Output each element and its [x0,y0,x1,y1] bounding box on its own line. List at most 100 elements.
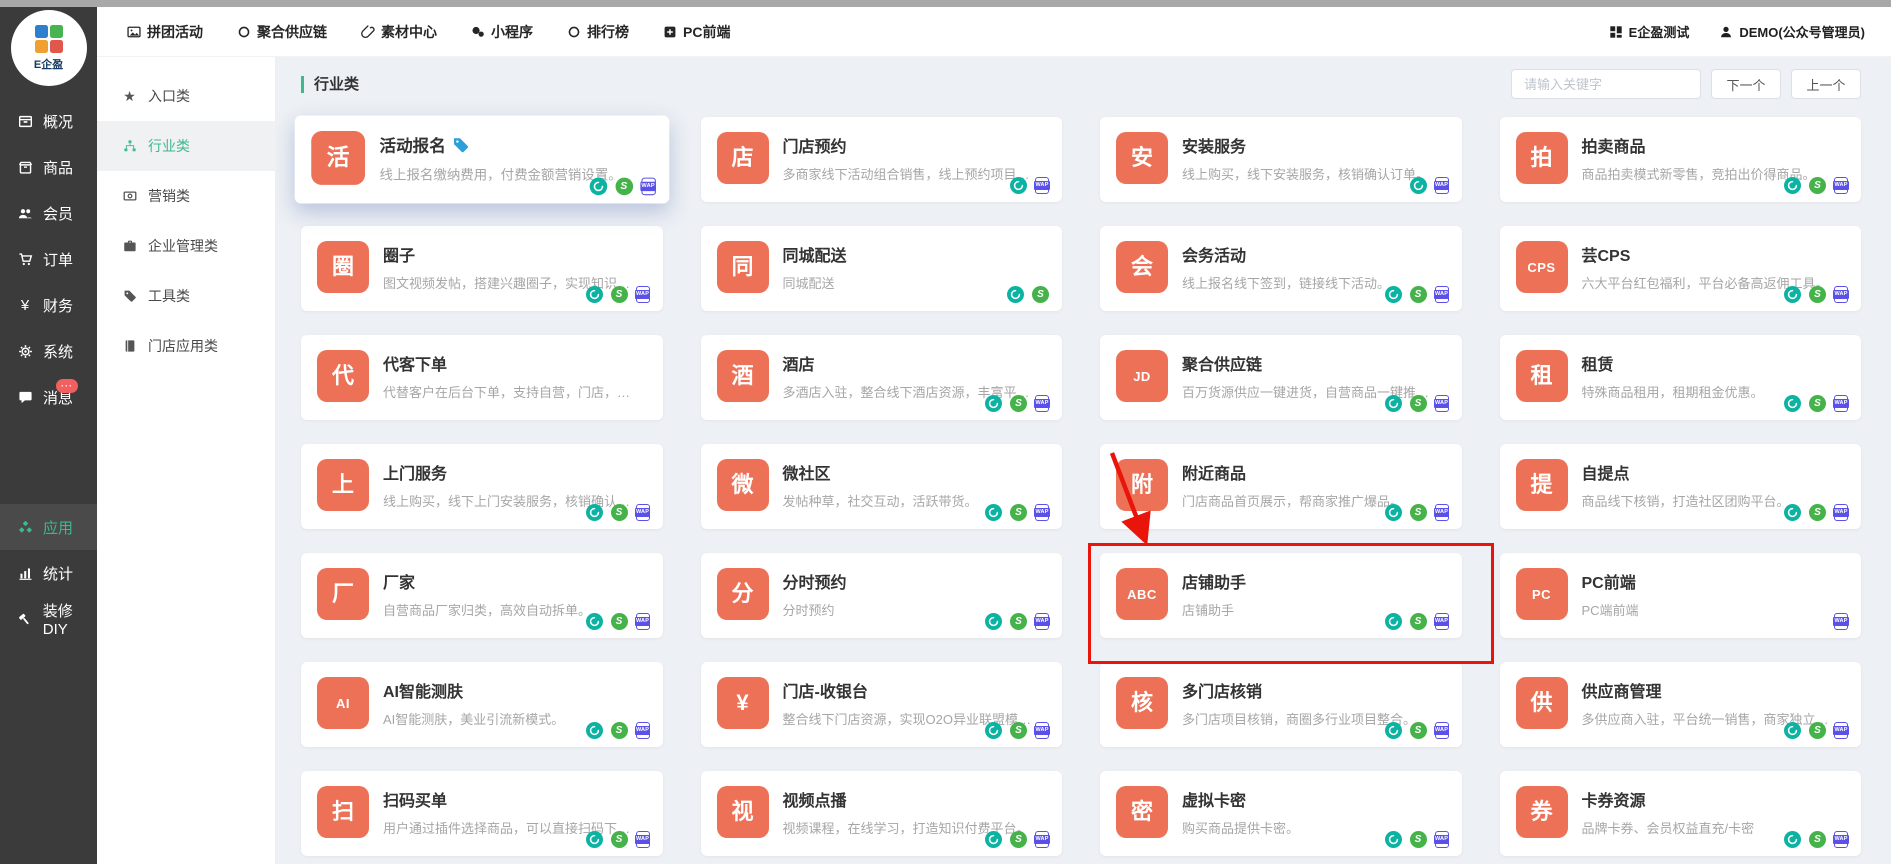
user-icon [1719,25,1733,39]
app-card[interactable]: 视视频点播视频课程，在线学习，打造知识付费平台。SWAP [701,771,1063,856]
sidebar-item-8[interactable]: 应用 [0,504,97,550]
app-icon-tile: 酒 [717,350,769,402]
app-card[interactable]: PCPC前端PC端前端WAP [1500,553,1862,638]
category-item-3[interactable]: 营销类 [97,171,275,221]
next-button[interactable]: 下一个 [1711,69,1781,99]
app-card-title-row: 圈子 [383,242,641,266]
app-card[interactable]: 厂厂家自营商品厂家归类，高效自动拆单。SWAP [301,553,663,638]
topnav-item-4[interactable]: 小程序 [471,22,533,42]
app-card-title-row: 分时预约 [783,569,847,593]
merchant-switcher[interactable]: E企盈测试 [1609,22,1690,41]
app-card-info: 虚拟卡密购买商品提供卡密。 [1182,786,1299,841]
sitemap-icon [121,139,138,153]
app-card-desc: 店铺助手 [1182,600,1246,619]
app-card-desc: 线上报名线下签到，链接线下活动。 [1182,273,1390,292]
topnav-item-2[interactable]: 聚合供应链 [237,22,327,42]
search-input[interactable] [1511,69,1701,99]
app-card[interactable]: 安安装服务线上购买，线下安装服务，核销确认订单。WAP [1100,117,1462,202]
sidebar-item-3[interactable]: 会员 [0,190,97,236]
swirl-circle-icon [985,613,1002,630]
app-card-title-row: 微社区 [783,460,978,484]
app-card[interactable]: 券卡券资源品牌卡券、会员权益直充/卡密SWAP [1500,771,1862,856]
category-item-6[interactable]: 门店应用类 [97,321,275,371]
app-card[interactable]: 附附近商品门店商品首页展示，帮商家推广爆品。SWAP [1100,444,1462,529]
sidebar-item-6[interactable]: 系统 [0,328,97,374]
app-card[interactable]: 微微社区发帖种草，社交互动，活跃带货。SWAP [701,444,1063,529]
sidebar-item-1[interactable]: 概况 [0,98,97,144]
sidebar-item-9[interactable]: 统计 [0,550,97,596]
swirl-circle-icon [586,613,603,630]
wap-icon: WAP [1035,504,1049,521]
wap-icon: WAP [636,286,650,303]
user-menu[interactable]: DEMO(公众号管理员) [1719,22,1865,41]
brand-logo[interactable]: E企盈 [11,10,87,86]
sidebar-item-2[interactable]: 商品 [0,144,97,190]
app-card-info: 自提点商品线下核销，打造社区团购平台。 [1582,459,1790,514]
app-card[interactable]: AIAI智能测肤AI智能测肤，美业引流新模式。SWAP [301,662,663,747]
app-card-info: 微社区发帖种草，社交互动，活跃带货。 [783,459,978,514]
app-card[interactable]: ABC店铺助手店铺助手SWAP [1100,553,1462,638]
app-card[interactable]: 提自提点商品线下核销，打造社区团购平台。SWAP [1500,444,1862,529]
app-icon-tile: 店 [717,132,769,184]
app-card-title: 聚合供应链 [1182,351,1262,375]
app-card[interactable]: 活活动报名线上报名缴纳费用，付费金额营销设置。SWAP [295,116,669,204]
app-icon-tile: AI [317,677,369,729]
app-card[interactable]: 同同城配送同城配送S [701,226,1063,311]
topnav-item-1[interactable]: 拼团活动 [127,22,203,42]
prev-button[interactable]: 上一个 [1791,69,1861,99]
swirl-circle-icon [1385,722,1402,739]
message-badge: ··· [56,379,78,393]
app-card[interactable]: 会会务活动线上报名线下签到，链接线下活动。SWAP [1100,226,1462,311]
wap-icon: WAP [1834,613,1848,630]
sidebar-item-4[interactable]: 订单 [0,236,97,282]
sidebar-item-7[interactable]: 消息··· [0,374,97,420]
topnav-item-label: 拼团活动 [147,22,203,42]
app-card[interactable]: 密虚拟卡密购买商品提供卡密。SWAP [1100,771,1462,856]
primary-sidebar: E企盈 概况商品会员订单¥财务系统消息··· 应用统计装修DIY [0,0,97,864]
merchant-name: E企盈测试 [1629,22,1690,41]
topnav-item-6[interactable]: PC前端 [663,22,730,42]
app-card[interactable]: 扫扫码买单用户通过插件选择商品，可以直接扫码下单。SWAP [301,771,663,856]
sidebar-item-5[interactable]: ¥财务 [0,282,97,328]
app-card[interactable]: 酒酒店多酒店入驻，整合线下酒店资源，丰富平台服...SWAP [701,335,1063,420]
app-card[interactable]: 租租赁特殊商品租用，租期租金优惠。SWAP [1500,335,1862,420]
category-item-4[interactable]: 企业管理类 [97,221,275,271]
category-item-2[interactable]: 行业类 [97,121,275,171]
platform-icons: WAP [1010,177,1049,194]
app-card[interactable]: 代代客下单代替客户在后台下单，支持自营，门店，供应... [301,335,663,420]
app-card-desc: 线上报名缴纳费用，付费金额营销设置。 [380,164,622,184]
app-card-title: 门店预约 [783,133,847,157]
app-card[interactable]: ¥门店-收银台整合线下门店资源，实现O2O异业联盟模式。SWAP [701,662,1063,747]
app-card-info: 拍卖商品商品拍卖模式新零售，竞拍出价得商品。 [1582,132,1816,187]
category-item-1[interactable]: ★入口类 [97,71,275,121]
app-card[interactable]: 圈圈子图文视频发帖，搭建兴趣圈子，实现知识付费。SWAP [301,226,663,311]
topnav-item-3[interactable]: 素材中心 [361,22,437,42]
wechat-mini-icon: S [611,613,628,630]
app-card[interactable]: 核多门店核销多门店项目核销，商圈多行业项目整合。SWAP [1100,662,1462,747]
app-card[interactable]: 分分时预约分时预约SWAP [701,553,1063,638]
platform-icons: SWAP [1784,286,1848,303]
app-card[interactable]: 上上门服务线上购买，线下上门安装服务，核销确认订单。SWAP [301,444,663,529]
app-card[interactable]: 店门店预约多商家线下活动组合销售，线上预约项目线下...WAP [701,117,1063,202]
sidebar-item-10[interactable]: 装修DIY [0,596,97,642]
wechat-mini-icon: S [1410,613,1427,630]
sidebar-item-label: 应用 [43,517,73,538]
app-icon-glyph: 活 [327,147,350,170]
topnav-item-5[interactable]: 排行榜 [567,22,629,42]
wechat-mini-icon: S [611,286,628,303]
topnav-item-label: PC前端 [683,22,730,42]
app-card[interactable]: 供供应商管理多供应商入驻，平台统一销售，商家独立管理。SWAP [1500,662,1862,747]
category-item-5[interactable]: 工具类 [97,271,275,321]
app-card-title: AI智能测肤 [383,678,463,702]
category-item-label: 门店应用类 [148,336,218,356]
app-card[interactable]: 拍拍卖商品商品拍卖模式新零售，竞拍出价得商品。SWAP [1500,117,1862,202]
app-icon-tile: 扫 [317,786,369,838]
app-card[interactable]: CPS芸CPS六大平台红包福利，平台必备高返佣工具。SWAP [1500,226,1862,311]
bubbles-icon [471,25,485,39]
app-card[interactable]: JD聚合供应链百万货源供应一键进货，自营商品一键推送云...SWAP [1100,335,1462,420]
app-header: 拼团活动 聚合供应链 素材中心 小程序 排行榜 PC前端 E企盈测试 DEMO(公众号管理员… [97,7,1891,57]
app-icon-tile: 微 [717,459,769,511]
app-grid: 活活动报名线上报名缴纳费用，付费金额营销设置。SWAP店门店预约多商家线下活动组… [301,117,1861,856]
star-icon: ★ [121,88,138,105]
plus-square-icon [663,25,677,39]
